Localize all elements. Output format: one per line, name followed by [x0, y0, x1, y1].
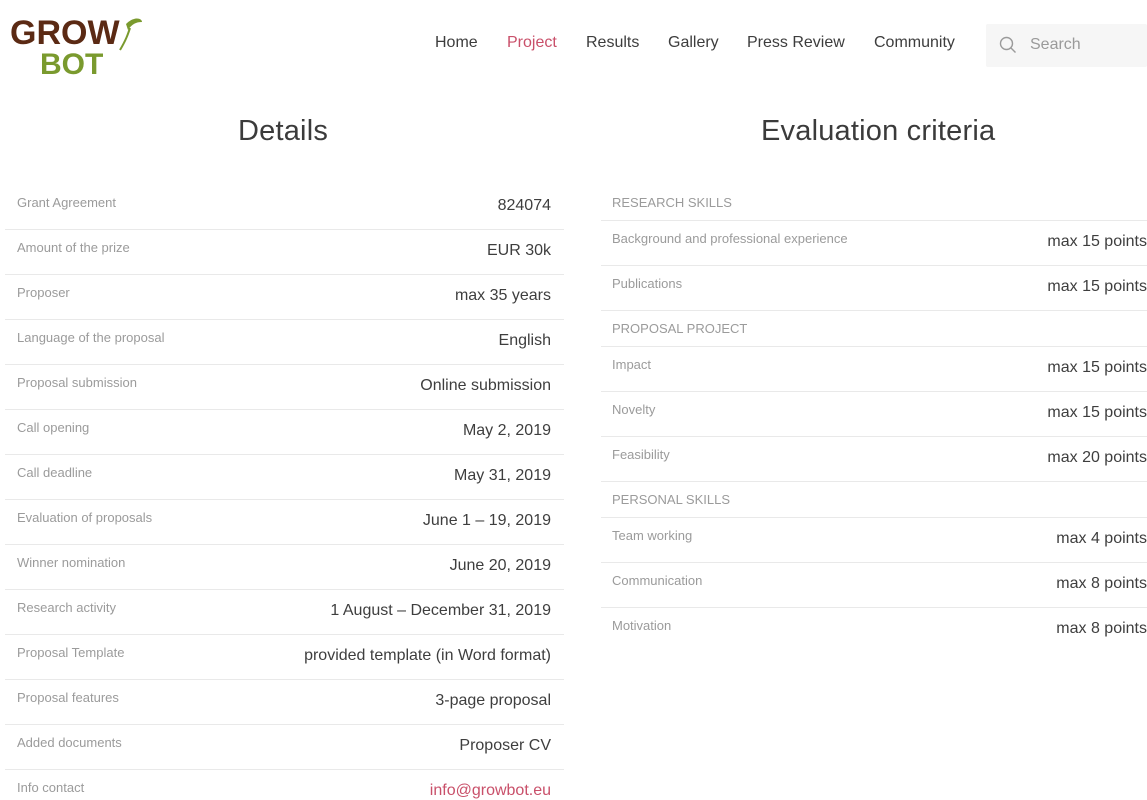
row-label: Evaluation of proposals — [17, 510, 153, 525]
row-label: Call opening — [17, 420, 90, 435]
category-label: PERSONAL SKILLS — [612, 492, 731, 507]
row-label: Winner nomination — [17, 555, 126, 570]
row-value: Online submission — [420, 377, 551, 394]
row-label: Language of the proposal — [17, 330, 165, 345]
row-value: provided template (in Word format) — [304, 647, 551, 664]
row-value: max 4 points — [1056, 530, 1147, 547]
row-value: max 15 points — [1047, 359, 1147, 376]
table-row: Added documents Proposer CV — [5, 725, 564, 770]
table-row: Proposal submission Online submission — [5, 365, 564, 410]
evaluation-criteria-title: Evaluation criteria — [761, 115, 996, 147]
row-value: max 15 points — [1047, 404, 1147, 421]
logo-text-line2: BOT — [40, 48, 103, 80]
category-row: PERSONAL SKILLS — [601, 482, 1147, 518]
row-label: Call deadline — [17, 465, 93, 480]
table-row: Call opening May 2, 2019 — [5, 410, 564, 455]
row-value: 824074 — [497, 197, 551, 214]
nav-gallery[interactable]: Gallery — [668, 34, 719, 52]
row-label: Proposal Template — [17, 645, 125, 660]
row-label: Info contact — [17, 780, 85, 795]
details-title: Details — [238, 115, 329, 147]
row-value: May 2, 2019 — [462, 422, 551, 439]
table-row: Impact max 15 points — [601, 347, 1147, 392]
nav-project[interactable]: Project — [507, 34, 557, 52]
table-row: Novelty max 15 points — [601, 392, 1147, 437]
row-value: max 15 points — [1047, 278, 1147, 295]
row-value: max 35 years — [454, 287, 551, 304]
table-row: Proposer max 35 years — [5, 275, 564, 320]
leaf-icon — [126, 18, 142, 30]
search-box[interactable] — [986, 24, 1147, 67]
row-label: Proposal submission — [17, 375, 137, 390]
table-row: Amount of the prize EUR 30k — [5, 230, 564, 275]
info-email-link[interactable]: info@growbot.eu — [430, 782, 551, 800]
table-row: Call deadline May 31, 2019 — [5, 455, 564, 500]
row-value: max 8 points — [1056, 575, 1147, 592]
table-row: Grant Agreement 824074 — [5, 185, 564, 230]
table-row: Team working max 4 points — [601, 518, 1147, 563]
row-value: max 8 points — [1056, 620, 1147, 637]
row-label: Background and professional experience — [612, 231, 848, 246]
row-label: Motivation — [612, 618, 672, 633]
category-row: RESEARCH SKILLS — [601, 185, 1147, 221]
logo-text-line1: GROW — [10, 14, 120, 52]
category-label: PROPOSAL PROJECT — [612, 321, 748, 336]
row-value: 1 August – December 31, 2019 — [330, 602, 551, 619]
nav-press-review[interactable]: Press Review — [747, 34, 845, 52]
row-value: June 20, 2019 — [449, 557, 551, 574]
table-row: Publications max 15 points — [601, 266, 1147, 311]
table-row: Feasibility max 20 points — [601, 437, 1147, 482]
table-row: Language of the proposal English — [5, 320, 564, 365]
category-row: PROPOSAL PROJECT — [601, 311, 1147, 347]
table-row: Proposal features 3-page proposal — [5, 680, 564, 725]
table-row: Communication max 8 points — [601, 563, 1147, 608]
row-label: Feasibility — [612, 447, 670, 462]
row-label: Communication — [612, 573, 703, 588]
logo-graphic: GROW BOT — [10, 14, 142, 81]
table-row: Winner nomination June 20, 2019 — [5, 545, 564, 590]
search-input[interactable] — [1030, 34, 1140, 56]
row-value: English — [498, 332, 551, 349]
nav-community[interactable]: Community — [874, 34, 955, 52]
row-label: Proposal features — [17, 690, 119, 705]
row-label: Publications — [612, 276, 683, 291]
row-value: max 20 points — [1047, 449, 1147, 466]
row-value: max 15 points — [1047, 233, 1147, 250]
table-row: Research activity 1 August – December 31… — [5, 590, 564, 635]
row-value: June 1 – 19, 2019 — [422, 512, 551, 529]
row-label: Team working — [612, 528, 693, 543]
row-value: 3-page proposal — [435, 692, 551, 709]
table-row: Background and professional experience m… — [601, 221, 1147, 266]
row-label: Research activity — [17, 600, 116, 615]
row-value: EUR 30k — [486, 242, 551, 259]
row-value: May 31, 2019 — [454, 467, 551, 484]
table-row: Info contact info@growbot.eu — [5, 770, 564, 800]
table-row: Proposal Template provided template (in … — [5, 635, 564, 680]
row-value: Proposer CV — [459, 737, 551, 754]
evaluation-table: RESEARCH SKILLS Background and professio… — [601, 185, 1147, 653]
growbot-logo[interactable]: GROW BOT — [8, 10, 144, 81]
row-label: Added documents — [17, 735, 122, 750]
row-label: Amount of the prize — [17, 240, 130, 255]
row-label: Novelty — [612, 402, 656, 417]
table-row: Motivation max 8 points — [601, 608, 1147, 653]
row-label: Impact — [612, 357, 652, 372]
row-label: Proposer — [17, 285, 70, 300]
nav-results[interactable]: Results — [586, 34, 639, 52]
row-label: Grant Agreement — [17, 195, 116, 210]
details-table: Grant Agreement 824074 Amount of the pri… — [5, 185, 564, 800]
table-row: Evaluation of proposals June 1 – 19, 201… — [5, 500, 564, 545]
search-icon[interactable] — [999, 36, 1017, 54]
category-label: RESEARCH SKILLS — [612, 195, 732, 210]
nav-home[interactable]: Home — [435, 34, 478, 52]
